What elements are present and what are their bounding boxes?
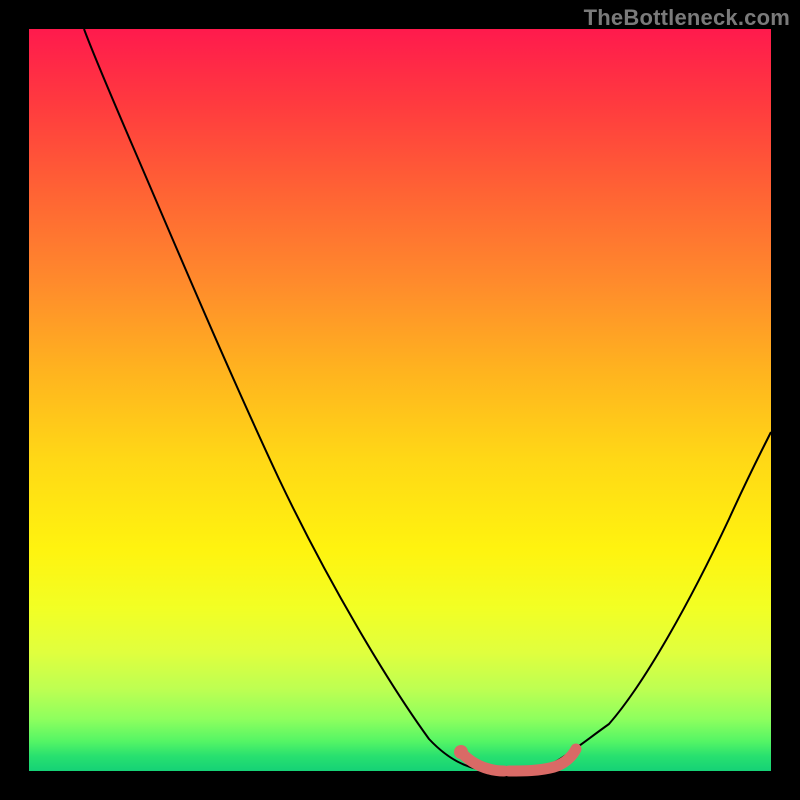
curve-left xyxy=(84,29,504,771)
chart-svg xyxy=(29,29,771,771)
watermark-text: TheBottleneck.com xyxy=(584,5,790,31)
chart-stage: TheBottleneck.com xyxy=(0,0,800,800)
plot-area xyxy=(29,29,771,771)
highlight-right xyxy=(509,749,576,771)
highlight-left xyxy=(461,752,504,771)
curve-right xyxy=(529,432,771,771)
highlight-left-dot xyxy=(454,745,468,759)
